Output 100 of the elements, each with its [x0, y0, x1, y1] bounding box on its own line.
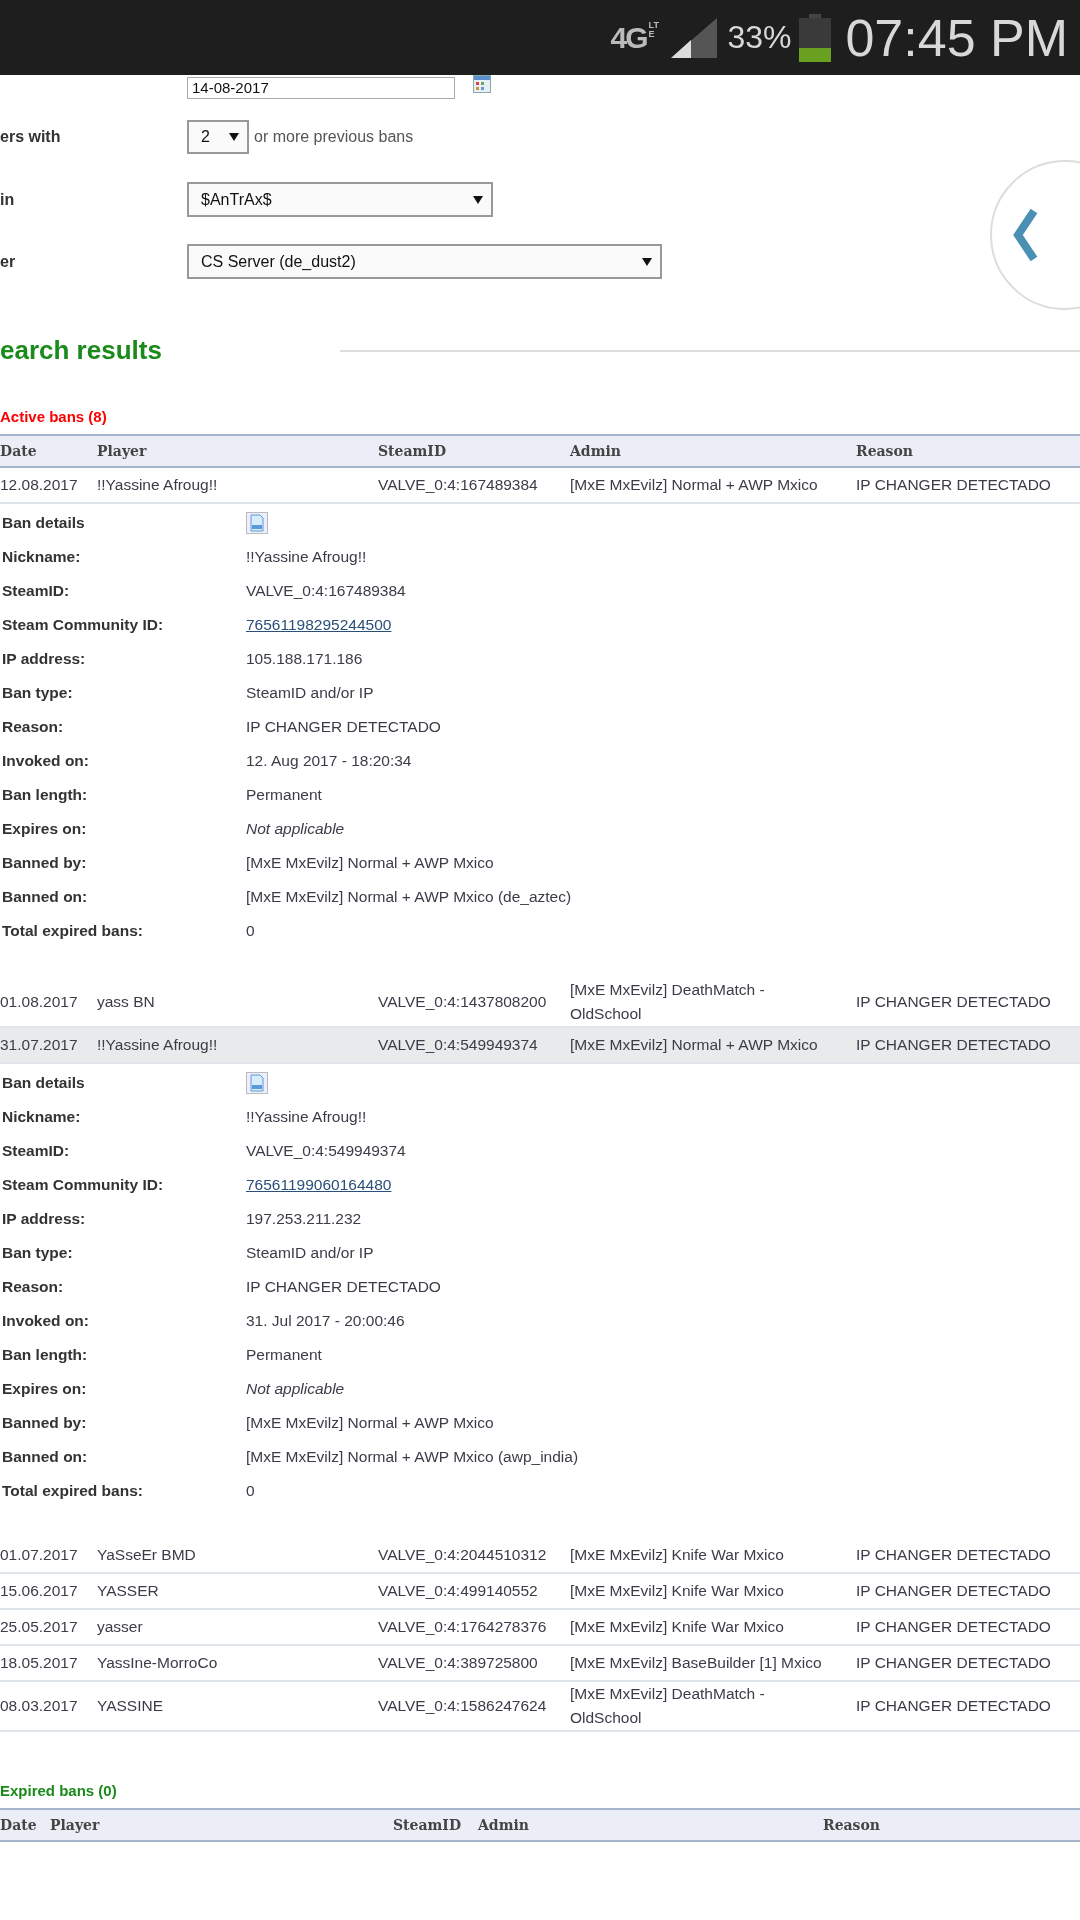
- table-cell-text: VALVE_0:4:389725800: [378, 1653, 539, 1673]
- detail-label: Expires on:: [2, 820, 88, 838]
- detail-value: Permanent: [246, 1346, 322, 1364]
- detail-value: [MxE MxEvilz] Normal + AWP Mxico: [246, 854, 494, 872]
- table-cell-text: IP CHANGER DETECTADO: [856, 1653, 1052, 1673]
- detail-label: Invoked on:: [2, 752, 90, 770]
- detail-label: Nickname:: [2, 1108, 82, 1126]
- table-cell-text: yasser: [97, 1617, 144, 1637]
- select-dropdown[interactable]: 2: [187, 120, 249, 154]
- column-header: SteamID: [393, 1817, 463, 1833]
- table-cell-text: YassIne-MorroCo: [97, 1653, 219, 1673]
- dropdown-arrow-icon: [473, 195, 483, 204]
- date-field[interactable]: 14-08-2017: [187, 77, 455, 99]
- calendar-icon[interactable]: [473, 75, 491, 93]
- detail-value: 0: [246, 1482, 255, 1500]
- expired-bans-title: Expired bans (0): [0, 1782, 118, 1801]
- table-cell-text: 12.08.2017: [0, 475, 79, 495]
- detail-label: Ban type:: [2, 684, 74, 702]
- table-cell-text: VALVE_0:4:2044510312: [378, 1545, 548, 1565]
- table-cell-text: IP CHANGER DETECTADO: [856, 1035, 1052, 1055]
- community-id-link[interactable]: 76561199060164480: [246, 1176, 392, 1194]
- detail-label: Steam Community ID:: [2, 616, 165, 634]
- dropdown-arrow-icon: [642, 257, 652, 266]
- detail-value: Not applicable: [246, 820, 345, 838]
- table-cell-text: 31.07.2017: [0, 1035, 79, 1055]
- community-id-link[interactable]: 76561198295244500: [246, 616, 392, 634]
- detail-label: Banned on:: [2, 888, 89, 906]
- filter-label: er: [0, 252, 16, 270]
- detail-label: Expires on:: [2, 1380, 88, 1398]
- detail-label: Ban length:: [2, 786, 89, 804]
- column-header: Reason: [823, 1817, 881, 1833]
- table-cell-text: [MxE MxEvilz] Knife War Mxico: [570, 1581, 785, 1601]
- battery-percent: 33%: [727, 19, 792, 56]
- table-cell-text: !!Yassine Afroug!!: [97, 475, 219, 495]
- network-subtype: LTE: [648, 20, 660, 39]
- table-cell-text: IP CHANGER DETECTADO: [856, 1581, 1052, 1601]
- select-dropdown[interactable]: CS Server (de_dust2): [187, 244, 662, 279]
- detail-label: Steam Community ID:: [2, 1176, 165, 1194]
- table-cell-text: [MxE MxEvilz] Knife War Mxico: [570, 1617, 785, 1637]
- table-cell-text: VALVE_0:4:1764278376: [378, 1617, 548, 1637]
- ban-row[interactable]: 31.07.2017 !!Yassine Afroug!! VALVE_0:4:549949374 [MxE MxEvilz] Normal + AWP Mxico IP CHANGER DETECTADO: [0, 1028, 1080, 1064]
- table-cell-text: IP CHANGER DETECTADO: [856, 1617, 1052, 1637]
- table-cell-text: 08.03.2017: [0, 1696, 79, 1716]
- table-cell-text: IP CHANGER DETECTADO: [856, 475, 1052, 495]
- table-cell-text: [MxE MxEvilz] DeathMatch - OldSchool: [570, 980, 766, 1024]
- ban-row[interactable]: 12.08.2017 !!Yassine Afroug!! VALVE_0:4:167489384 [MxE MxEvilz] Normal + AWP Mxico IP CHANGER DETECTADO: [0, 468, 1080, 504]
- signal-icon: [671, 17, 718, 58]
- detail-value: IP CHANGER DETECTADO: [246, 718, 441, 736]
- document-icon[interactable]: [246, 512, 268, 534]
- table-cell-text: 01.07.2017: [0, 1545, 79, 1565]
- table-cell-text: 01.08.2017: [0, 992, 79, 1012]
- detail-label: SteamID:: [2, 582, 71, 600]
- table-cell-text: 15.06.2017: [0, 1581, 79, 1601]
- detail-value: IP CHANGER DETECTADO: [246, 1278, 441, 1296]
- detail-value: SteamID and/or IP: [246, 1244, 374, 1262]
- table-cell-text: IP CHANGER DETECTADO: [856, 1696, 1052, 1716]
- detail-value: 105.188.171.186: [246, 650, 363, 668]
- detail-label: Banned by:: [2, 854, 88, 872]
- detail-value: !!Yassine Afroug!!: [246, 548, 367, 566]
- document-icon[interactable]: [246, 1072, 268, 1094]
- table-cell-text: [MxE MxEvilz] Knife War Mxico: [570, 1545, 785, 1565]
- detail-label: Total expired bans:: [2, 922, 144, 940]
- column-header: Player: [50, 1817, 101, 1833]
- table-cell-text: [MxE MxEvilz] Normal + AWP Mxico: [570, 475, 819, 495]
- table-cell-text: YASSINE: [97, 1696, 165, 1716]
- table-cell-text: [MxE MxEvilz] BaseBuilder [1] Mxico: [570, 1653, 823, 1673]
- column-header: Admin: [478, 1817, 530, 1833]
- ban-row[interactable]: 01.07.2017 YaSseEr BMD VALVE_0:4:2044510312 [MxE MxEvilz] Knife War Mxico IP CHANGER DETECTADO: [0, 1538, 1080, 1574]
- column-header: SteamID: [378, 443, 448, 459]
- ban-row[interactable]: 18.05.2017 YassIne-MorroCo VALVE_0:4:389725800 [MxE MxEvilz] BaseBuilder [1] Mxico IP CHANGER DETECTADO: [0, 1646, 1080, 1682]
- select-dropdown[interactable]: $AnTrAx$: [187, 182, 493, 217]
- table-cell-text: VALVE_0:4:549949374: [378, 1035, 539, 1055]
- detail-label: SteamID:: [2, 1142, 71, 1160]
- table-cell-text: yass BN: [97, 992, 156, 1012]
- detail-value: Permanent: [246, 786, 322, 804]
- table-cell-text: !!Yassine Afroug!!: [97, 1035, 219, 1055]
- dropdown-arrow-icon: [229, 133, 239, 141]
- clock: 07:45 PM: [845, 7, 1068, 68]
- ban-row[interactable]: 08.03.2017 YASSINE VALVE_0:4:1586247624 [MxE MxEvilz] DeathMatch - OldSchool IP CHANGER DETECTADO: [0, 1682, 1080, 1732]
- detail-label: Reason:: [2, 1278, 65, 1296]
- detail-value: [MxE MxEvilz] Normal + AWP Mxico (awp_india): [246, 1448, 579, 1466]
- chevron-left-icon: [1012, 207, 1038, 263]
- table-cell-text: YaSseEr BMD: [97, 1545, 197, 1565]
- detail-label: Ban details: [2, 514, 86, 532]
- column-header: Date: [0, 443, 38, 459]
- table-cell-text: VALVE_0:4:1437808200: [378, 992, 548, 1012]
- table-cell-text: 25.05.2017: [0, 1617, 79, 1637]
- detail-label: Reason:: [2, 718, 65, 736]
- filter-label: ers with: [0, 128, 61, 145]
- detail-label: Invoked on:: [2, 1312, 90, 1330]
- detail-label: Banned by:: [2, 1414, 88, 1432]
- detail-value: Not applicable: [246, 1380, 345, 1398]
- detail-label: Ban type:: [2, 1244, 74, 1262]
- detail-value: VALVE_0:4:167489384: [246, 582, 406, 600]
- ban-row[interactable]: 15.06.2017 YASSER VALVE_0:4:499140552 [MxE MxEvilz] Knife War Mxico IP CHANGER DETECTADO: [0, 1574, 1080, 1610]
- network-type: 4G: [610, 20, 647, 55]
- detail-label: Ban details: [2, 1074, 86, 1092]
- table-cell-text: VALVE_0:4:1586247624: [378, 1696, 548, 1716]
- ban-row[interactable]: 25.05.2017 yasser VALVE_0:4:1764278376 [MxE MxEvilz] Knife War Mxico IP CHANGER DETECTADO: [0, 1610, 1080, 1646]
- table-cell-text: VALVE_0:4:499140552: [378, 1581, 539, 1601]
